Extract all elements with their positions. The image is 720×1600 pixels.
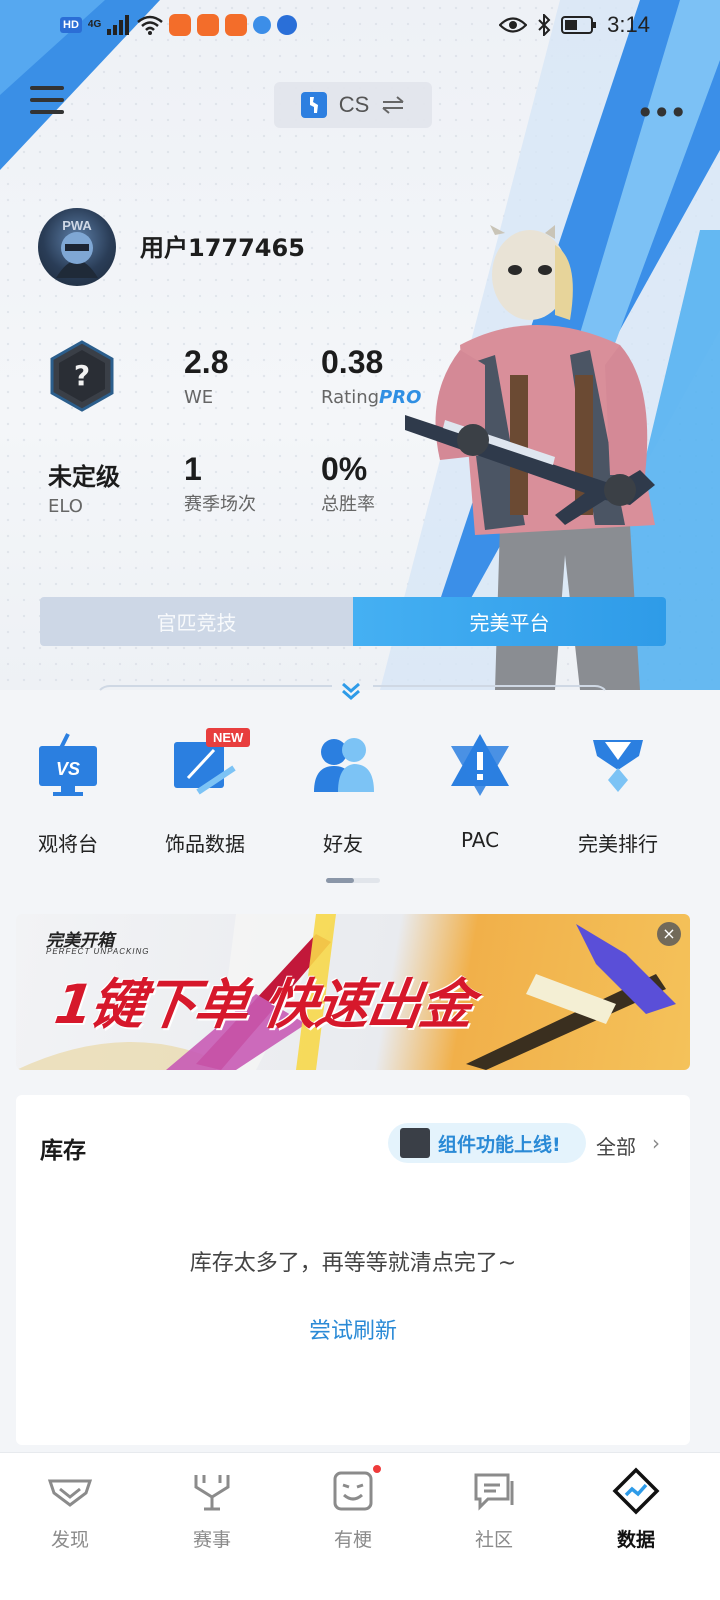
hamburger-icon-line: [30, 98, 64, 102]
shortcut-label: 观将台: [38, 832, 98, 856]
chevron-right-icon[interactable]: ›: [652, 1131, 660, 1155]
notification-app-icon: [253, 16, 272, 34]
svg-text:VS: VS: [56, 759, 80, 779]
hamburger-icon: [30, 86, 64, 90]
nav-label: 赛事: [192, 1529, 231, 1551]
shortcut-friends[interactable]: 好友: [283, 730, 403, 857]
shortcut-observer[interactable]: VS 观将台: [8, 730, 128, 857]
svg-text:?: ?: [74, 359, 90, 392]
community-icon: [470, 1467, 518, 1515]
network-type: 4G: [87, 19, 102, 30]
rating-pro-tag: PRO: [379, 387, 422, 408]
inventory-empty-message: 库存太多了，再等等就清点完了~: [189, 1251, 517, 1276]
expand-toggle[interactable]: [99, 682, 606, 700]
notification-app-icon: [277, 15, 298, 35]
battery-icon: [561, 16, 597, 34]
pac-shield-icon: [445, 730, 515, 800]
view-all-link[interactable]: 全部: [596, 1131, 636, 1160]
stat-we: 2.8 WE: [184, 344, 228, 408]
nav-data[interactable]: 数据: [566, 1467, 706, 1552]
close-icon[interactable]: ×: [657, 922, 681, 946]
game-switcher[interactable]: CS: [274, 82, 432, 128]
signal-icon: [107, 15, 130, 35]
nav-community[interactable]: 社区: [424, 1467, 564, 1552]
shortcut-pac[interactable]: PAC: [420, 730, 540, 852]
notification-app-icon: [197, 14, 220, 36]
friends-icon: [308, 730, 378, 800]
page-indicator-active: [326, 878, 354, 883]
banner-brand-subtitle: PERFECT UNPACKING: [46, 947, 150, 956]
shortcut-ranking[interactable]: 完美排行: [558, 730, 678, 857]
nav-label: 发现: [50, 1529, 89, 1551]
shortcut-label: 好友: [323, 832, 363, 856]
bottom-navigation: 发现 赛事 有梗 社区 数据: [0, 1452, 720, 1600]
nav-meme[interactable]: 有梗: [283, 1463, 423, 1552]
swap-arrows-icon: [382, 96, 404, 114]
mode-tabs: 官匹竞技 完美平台: [40, 597, 666, 646]
ranking-medal-icon: [583, 730, 653, 800]
win-rate-label: 总胜率: [321, 494, 375, 515]
data-icon: [612, 1467, 660, 1515]
svg-text:PWA: PWA: [62, 218, 92, 233]
username: 用户1777465: [140, 234, 305, 262]
chevron-down-icon: [342, 682, 360, 693]
tournament-icon: [188, 1467, 236, 1515]
shortcut-label: 饰品数据: [165, 832, 245, 856]
inventory-card: 库存 组件功能上线! 全部 › 库存太多了，再等等就清点完了~ 尝试刷新: [16, 1095, 690, 1445]
widget-notice-button[interactable]: 组件功能上线!: [388, 1123, 586, 1163]
nav-label: 有梗: [333, 1529, 372, 1551]
nav-discover[interactable]: 发现: [0, 1467, 140, 1552]
notification-dot: [371, 1463, 383, 1475]
season-matches-label: 赛季场次: [184, 494, 256, 515]
rating-value: 0.38: [321, 344, 384, 380]
win-rate-value: 0%: [321, 451, 368, 487]
widget-box-icon: [400, 1128, 430, 1158]
stat-season-matches: 1 赛季场次: [184, 451, 256, 515]
rating-label: RatingPRO: [321, 388, 421, 408]
stat-win-rate: 0% 总胜率: [321, 451, 375, 515]
hero-section: HD 4G 3:14 CS ●●● PWA 用户1777465 ? 2.8 WE…: [0, 0, 720, 690]
discover-icon: [46, 1467, 94, 1515]
new-badge: NEW: [206, 728, 251, 747]
vs-monitor-icon: VS: [33, 730, 103, 800]
retry-refresh-link[interactable]: 尝试刷新: [16, 1313, 690, 1345]
bluetooth-icon: [538, 14, 551, 36]
promo-banner[interactable]: 完美开箱 PERFECT UNPACKING 1键下单 快速出金: [16, 914, 690, 1070]
unranked-badge-icon: ?: [50, 340, 114, 412]
tab-perfect-platform[interactable]: 完美平台: [353, 597, 666, 646]
game-name: CS: [338, 92, 370, 117]
nav-tournament[interactable]: 赛事: [142, 1467, 282, 1552]
elo-label: ELO: [48, 496, 83, 517]
status-bar: HD 4G 3:14: [0, 0, 720, 50]
stat-rating: 0.38 RatingPRO: [321, 344, 421, 408]
season-matches-value: 1: [184, 451, 202, 487]
we-value: 2.8: [184, 344, 229, 380]
hamburger-icon-line: [30, 110, 64, 114]
menu-button[interactable]: [30, 86, 64, 116]
hd-indicator: HD: [60, 17, 82, 33]
notification-app-icon: [169, 14, 192, 36]
meme-face-icon: [329, 1463, 383, 1515]
shortcut-grid: VS 观将台 饰品数据 好友 PAC 完美排行: [0, 730, 720, 856]
inventory-title: 库存: [40, 1138, 86, 1164]
shortcut-skin-data[interactable]: 饰品数据: [145, 730, 265, 857]
rating-label-text: Rating: [321, 387, 380, 408]
clock: 3:14: [607, 12, 650, 37]
banner-slogan: 1键下单 快速出金: [50, 973, 477, 1036]
we-label: WE: [184, 387, 214, 408]
more-options-icon[interactable]: [640, 96, 689, 121]
nav-label: 数据: [616, 1529, 655, 1551]
shortcut-label: 完美排行: [578, 832, 658, 856]
cs-game-icon: [300, 92, 327, 118]
elo-value: 未定级: [48, 463, 120, 491]
widget-notice-label: 组件功能上线!: [438, 1133, 561, 1156]
shortcut-label: PAC: [460, 828, 500, 852]
shortcut-page-indicator: [326, 878, 380, 883]
wifi-icon: [137, 15, 164, 35]
eye-icon: [499, 17, 528, 33]
avatar[interactable]: PWA: [38, 208, 116, 286]
notification-app-icon: [225, 14, 248, 36]
nav-label: 社区: [474, 1529, 513, 1551]
tab-official-matchmaking[interactable]: 官匹竞技: [40, 597, 353, 646]
